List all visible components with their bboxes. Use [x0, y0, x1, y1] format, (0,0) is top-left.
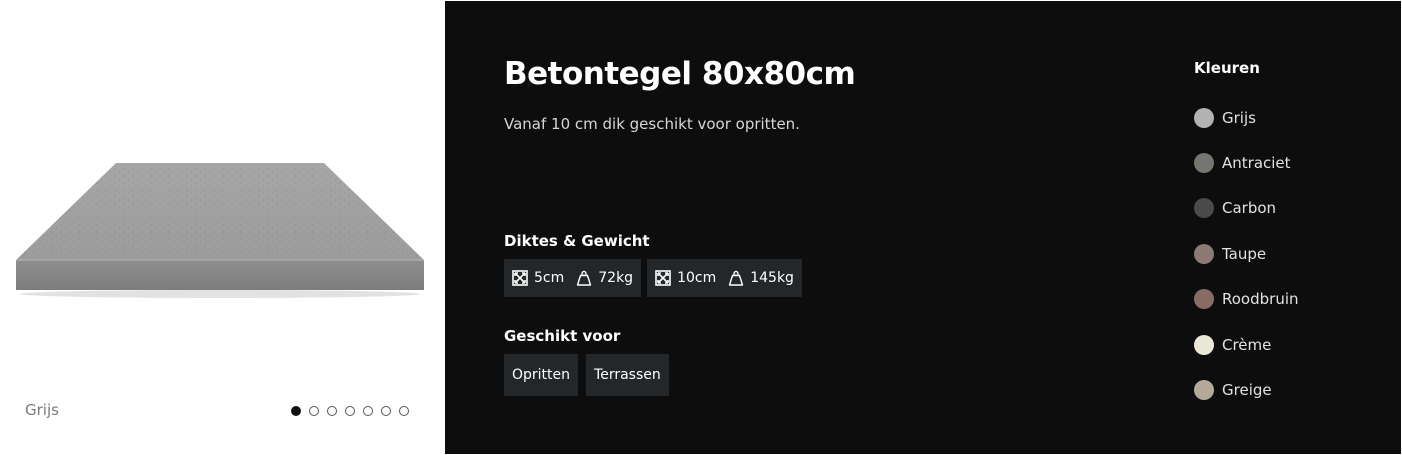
concrete-tile-image: [16, 163, 424, 298]
color-option-roodbruin[interactable]: Roodbruin: [1194, 277, 1299, 322]
product-subtitle: Vanaf 10 cm dik geschikt voor opritten.: [504, 115, 800, 133]
color-option-antraciet[interactable]: Antraciet: [1194, 140, 1299, 185]
dimension-icon: [655, 270, 671, 286]
dimension-icon: [512, 270, 528, 286]
color-name: Antraciet: [1222, 154, 1291, 173]
tag-terrassen[interactable]: Terrassen: [586, 354, 669, 396]
gallery-caption: Grijs: [25, 401, 59, 419]
carousel-dots: [291, 406, 409, 416]
carousel-dot[interactable]: [363, 406, 373, 416]
product-title: Betontegel 80x80cm: [504, 56, 856, 92]
color-swatch: [1194, 153, 1214, 174]
colors-label: Kleuren: [1194, 59, 1260, 77]
color-swatch: [1194, 380, 1214, 401]
carousel-dot[interactable]: [309, 406, 319, 416]
color-name: Crème: [1222, 335, 1272, 354]
color-swatch: [1194, 289, 1214, 310]
weight-icon: [577, 270, 592, 286]
color-options: Grijs Antraciet Carbon Taupe Roodbruin C…: [1194, 95, 1299, 413]
color-option-carbon[interactable]: Carbon: [1194, 186, 1299, 231]
color-option-creme[interactable]: Crème: [1194, 322, 1299, 367]
carousel-dot[interactable]: [381, 406, 391, 416]
color-name: Grijs: [1222, 108, 1256, 127]
color-name: Roodbruin: [1222, 290, 1299, 309]
color-swatch: [1194, 198, 1214, 219]
color-name: Taupe: [1222, 244, 1267, 263]
color-option-taupe[interactable]: Taupe: [1194, 231, 1299, 276]
thickness-weight-label: Diktes & Gewicht: [504, 232, 650, 250]
color-name: Greige: [1222, 381, 1272, 400]
product-image[interactable]: [14, 160, 426, 300]
product-gallery: Grijs: [0, 0, 445, 455]
carousel-dot[interactable]: [327, 406, 337, 416]
spec-chip[interactable]: 10cm 145kg: [647, 259, 802, 297]
spec-chip[interactable]: 5cm 72kg: [504, 259, 642, 297]
carousel-dot[interactable]: [399, 406, 409, 416]
spec-thickness: 10cm: [677, 270, 717, 286]
color-option-greige[interactable]: Greige: [1194, 367, 1299, 412]
color-swatch: [1194, 107, 1214, 128]
product-info-panel: Betontegel 80x80cm Vanaf 10 cm dik gesch…: [445, 1, 1401, 454]
color-swatch: [1194, 243, 1214, 264]
suitable-for-label: Geschikt voor: [504, 327, 621, 345]
carousel-dot[interactable]: [291, 406, 301, 416]
color-option-grijs[interactable]: Grijs: [1194, 95, 1299, 140]
suitable-for-tags: Opritten Terrassen: [504, 354, 669, 396]
thickness-weight-options: 5cm 72kg 10cm 145kg: [504, 259, 802, 297]
carousel-dot[interactable]: [345, 406, 355, 416]
color-swatch: [1194, 334, 1214, 355]
color-name: Carbon: [1222, 199, 1277, 218]
spec-weight: 145kg: [750, 270, 794, 286]
tag-opritten[interactable]: Opritten: [504, 354, 579, 396]
spec-weight: 72kg: [598, 270, 634, 286]
weight-icon: [729, 270, 744, 286]
spec-thickness: 5cm: [534, 270, 565, 286]
